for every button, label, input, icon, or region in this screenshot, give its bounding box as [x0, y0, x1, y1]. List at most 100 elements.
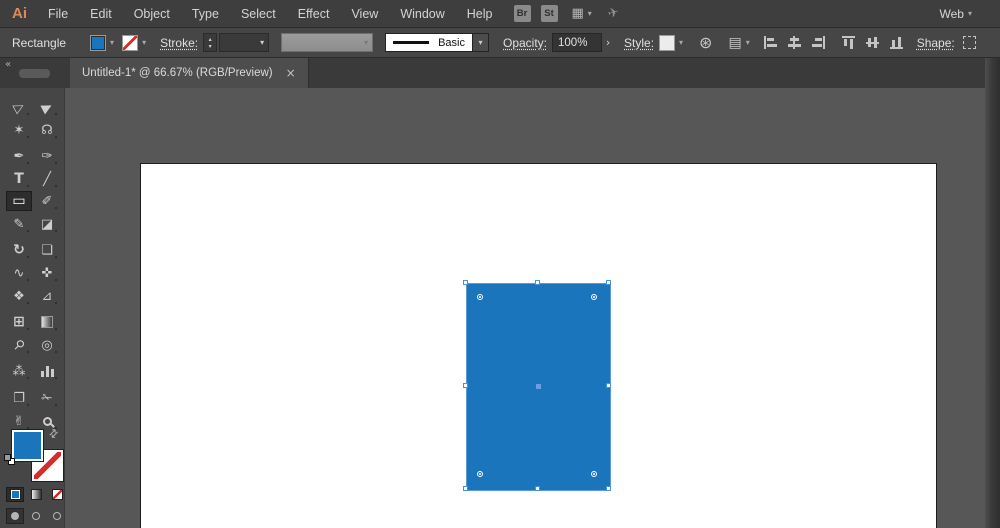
tool-rectangle[interactable]: ▭	[6, 191, 32, 211]
align-right-button[interactable]	[812, 36, 825, 49]
tool-line-segment[interactable]: ╱	[34, 169, 60, 189]
tool-shaper[interactable]: ✎	[6, 214, 32, 234]
selection-handle-se[interactable]	[606, 486, 611, 491]
brush-dropdown[interactable]: Basic	[385, 33, 473, 52]
arrange-documents-icon[interactable]: ▦	[572, 6, 584, 21]
opacity-expand-icon[interactable]: ›	[602, 36, 614, 49]
selection-handle-w[interactable]	[463, 383, 468, 388]
shape-panel-link[interactable]: Shape:	[917, 36, 955, 50]
fill-indicator-swatch[interactable]	[11, 429, 44, 462]
tools-panel: ▷ ▶ ✶ ☊ ✒ ✑ T ╱ ▭ ✐ ✎ ◪ ↻ ❏ ∿ ✜ ❖ ⊿ ⊞ ⚲ …	[0, 88, 65, 528]
object-center-point[interactable]	[536, 384, 541, 389]
stock-button[interactable]: St	[541, 5, 558, 22]
tool-hand[interactable]: ✌	[6, 411, 32, 431]
stroke-weight-stepper[interactable]: ▴ ▾	[203, 33, 217, 52]
stroke-color-swatch[interactable]	[122, 35, 138, 51]
stepper-down-icon[interactable]: ▾	[209, 43, 212, 50]
tool-eraser[interactable]: ◪	[34, 214, 60, 234]
menu-select[interactable]: Select	[230, 7, 287, 21]
selection-handle-nw[interactable]	[463, 280, 468, 285]
graphic-style-swatch[interactable]	[659, 35, 675, 51]
tool-paintbrush[interactable]: ✐	[34, 191, 60, 211]
tool-slice[interactable]: ✁	[34, 388, 60, 408]
tool-pen[interactable]: ✒	[6, 146, 32, 166]
chevron-down-icon[interactable]: ▾	[110, 38, 114, 47]
tool-magic-wand[interactable]: ✶	[6, 120, 32, 140]
tools-panel-grip[interactable]	[19, 69, 50, 78]
align-center-button[interactable]	[788, 36, 801, 49]
draw-normal-button[interactable]	[6, 508, 24, 524]
opacity-panel-link[interactable]: Opacity:	[503, 36, 547, 50]
tool-scale[interactable]: ❏	[34, 240, 60, 260]
collapse-panel-icon[interactable]: «	[5, 59, 10, 70]
paint-style-row	[6, 487, 66, 502]
shape-builder-tool-icon: ❖	[13, 289, 25, 304]
selection-handle-ne[interactable]	[606, 280, 611, 285]
gpu-performance-icon[interactable]: ✈	[606, 5, 620, 22]
menu-object[interactable]: Object	[123, 7, 181, 21]
style-panel-link[interactable]: Style:	[624, 36, 654, 50]
opacity-input[interactable]: 100%	[552, 33, 602, 52]
menu-window[interactable]: Window	[389, 7, 455, 21]
bridge-button[interactable]: Br	[514, 5, 531, 22]
tool-symbol-sprayer[interactable]: ⁂	[6, 361, 32, 381]
workspace-switcher[interactable]: Web ▾	[940, 7, 972, 21]
menu-effect[interactable]: Effect	[287, 7, 341, 21]
tool-eyedropper[interactable]: ⚲	[6, 335, 32, 355]
paint-gradient-button[interactable]	[27, 487, 45, 502]
menu-help[interactable]: Help	[456, 7, 504, 21]
align-top-button[interactable]	[842, 36, 855, 49]
tool-perspective-grid[interactable]: ⊿	[34, 286, 60, 306]
tool-direct-selection[interactable]: ▶	[34, 97, 60, 117]
tool-blend[interactable]: ◎	[34, 335, 60, 355]
align-bottom-button[interactable]	[890, 36, 903, 49]
corner-widget-sw[interactable]	[477, 471, 483, 477]
tool-puppet-warp[interactable]: ✜	[34, 263, 60, 283]
menu-edit[interactable]: Edit	[79, 7, 123, 21]
paint-none-button[interactable]	[48, 487, 66, 502]
tool-rotate[interactable]: ↻	[6, 240, 32, 260]
fill-color-swatch[interactable]	[90, 35, 106, 51]
paint-color-button[interactable]	[6, 487, 24, 502]
menu-view[interactable]: View	[340, 7, 389, 21]
corner-widget-ne[interactable]	[591, 294, 597, 300]
draw-inside-button[interactable]	[48, 508, 66, 524]
tool-shape-builder[interactable]: ❖	[6, 286, 32, 306]
document-tab[interactable]: Untitled-1* @ 66.67% (RGB/Preview) ×	[70, 58, 309, 88]
selection-handle-s[interactable]	[535, 486, 540, 491]
stroke-panel-link[interactable]: Stroke:	[160, 36, 198, 50]
tool-zoom[interactable]	[34, 411, 60, 431]
tool-lasso[interactable]: ☊	[34, 120, 60, 140]
default-fill-stroke-icon[interactable]	[4, 454, 15, 465]
tool-artboard[interactable]: ❐	[6, 388, 32, 408]
menu-file[interactable]: File	[37, 7, 79, 21]
width-profile-dropdown[interactable]: ▾	[281, 33, 373, 52]
close-icon[interactable]: ×	[286, 66, 296, 80]
stepper-up-icon[interactable]: ▴	[209, 36, 212, 43]
tool-selection[interactable]: ▷	[6, 97, 32, 117]
tool-column-graph[interactable]	[34, 361, 60, 381]
tool-type[interactable]: T	[6, 169, 32, 189]
stroke-weight-dropdown[interactable]: ▾	[219, 33, 269, 52]
tool-width[interactable]: ∿	[6, 263, 32, 283]
default-fill-square	[4, 454, 11, 461]
brush-dropdown-chevron[interactable]: ▾	[473, 33, 489, 52]
selection-handle-sw[interactable]	[463, 486, 468, 491]
selection-handle-e[interactable]	[606, 383, 611, 388]
document-setup-icon[interactable]: ▤	[728, 35, 741, 51]
menu-type[interactable]: Type	[181, 7, 230, 21]
chevron-down-icon[interactable]: ▾	[679, 38, 683, 47]
recolor-artwork-icon[interactable]: ⊛	[699, 33, 712, 52]
rotate-tool-icon: ↻	[13, 242, 25, 258]
selection-handle-n[interactable]	[535, 280, 540, 285]
corner-widget-se[interactable]	[591, 471, 597, 477]
tool-curvature[interactable]: ✑	[34, 146, 60, 166]
align-middle-button[interactable]	[866, 36, 879, 49]
tool-mesh[interactable]: ⊞	[6, 312, 32, 332]
align-left-button[interactable]	[764, 36, 777, 49]
tool-gradient[interactable]	[34, 312, 60, 332]
corner-widget-nw[interactable]	[477, 294, 483, 300]
chevron-down-icon[interactable]: ▾	[142, 38, 146, 47]
transform-shape-icon[interactable]	[963, 36, 976, 49]
draw-behind-button[interactable]	[27, 508, 45, 524]
